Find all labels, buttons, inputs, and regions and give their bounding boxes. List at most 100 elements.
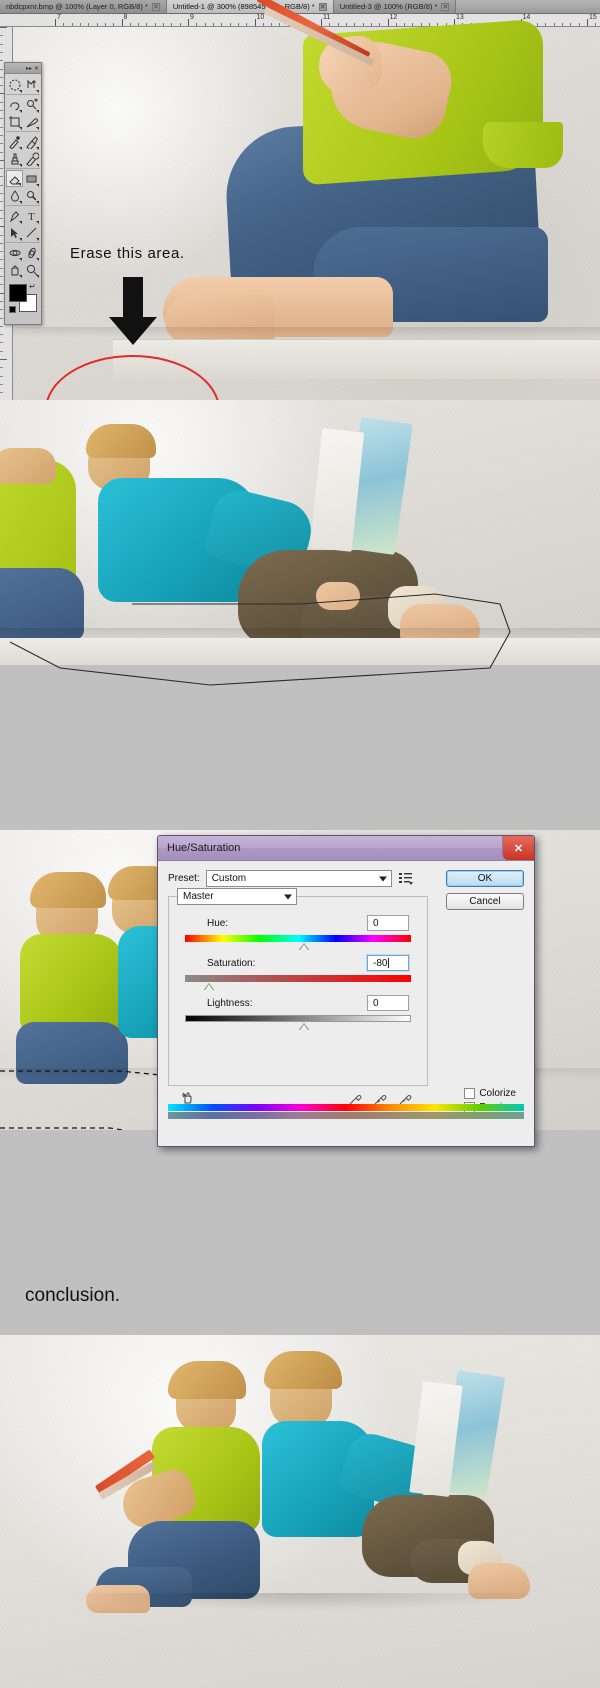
history-brush-tool[interactable] — [23, 150, 40, 167]
document-tab-3-label: Untitled-3 @ 100% (RGB/8) * — [339, 2, 438, 11]
3d-rotate-tool[interactable] — [6, 244, 23, 261]
line-tool[interactable] — [23, 224, 40, 241]
clone-stamp-tool[interactable] — [6, 150, 23, 167]
hue-slider-thumb[interactable] — [299, 943, 309, 950]
ruler-tick-minor — [88, 23, 90, 26]
lasso-tool[interactable] — [6, 96, 23, 113]
color-swatches[interactable]: ↵ — [9, 282, 39, 314]
move-tool[interactable] — [23, 76, 40, 93]
ruler-tick-minor — [0, 126, 3, 128]
ruler-tick-minor — [163, 23, 165, 26]
document-tab-1[interactable]: nbdcpxnr.bmp @ 100% (Layer 0, RGB/8) * ✕ — [0, 0, 167, 13]
close-icon[interactable]: ✕ — [502, 836, 534, 860]
preset-options-icon[interactable] — [398, 871, 413, 886]
ruler-label: 7 — [57, 14, 61, 21]
chevron-down-icon[interactable] — [284, 894, 292, 899]
ok-button[interactable]: OK — [446, 870, 524, 887]
ruler-tick-major — [321, 19, 322, 26]
dodge-tool[interactable] — [23, 187, 40, 204]
ruler-tick-minor — [0, 276, 3, 277]
path-selection-tool[interactable] — [6, 224, 23, 241]
saturation-slider-thumb[interactable] — [203, 983, 214, 990]
ruler-tick-minor — [0, 217, 3, 219]
document-tab-3[interactable]: Untitled-3 @ 100% (RGB/8) * ✕ — [333, 0, 457, 13]
pen-tool[interactable] — [6, 207, 23, 224]
right-boy-hair — [264, 1351, 342, 1389]
quick-selection-tool[interactable] — [23, 96, 40, 113]
3d-orbit-tool[interactable] — [23, 244, 40, 261]
channel-dropdown[interactable]: Master — [177, 888, 297, 905]
marquee-tool[interactable] — [6, 76, 23, 93]
collapse-icon[interactable]: ▸▸ — [26, 65, 32, 72]
crop-tool[interactable] — [6, 113, 23, 130]
preset-label: Preset: — [168, 873, 200, 884]
chevron-down-icon[interactable] — [378, 876, 387, 881]
close-icon[interactable]: ✕ — [441, 2, 450, 11]
colorize-checkbox[interactable] — [464, 1088, 476, 1099]
ruler-tick-minor — [329, 23, 331, 26]
lightness-slider[interactable] — [179, 1015, 417, 1031]
ruler-tick-minor — [0, 367, 3, 369]
close-icon[interactable]: ✕ — [34, 65, 39, 72]
ruler-tick-minor — [0, 168, 3, 170]
hue-value-input[interactable]: 0 — [367, 915, 409, 931]
foreground-color-swatch[interactable] — [9, 284, 27, 302]
eyedropper-tool[interactable] — [23, 113, 40, 130]
blur-tool[interactable] — [6, 187, 23, 204]
ruler-tick-minor — [0, 317, 3, 319]
saturation-label: Saturation: — [207, 957, 256, 969]
tools-grid[interactable]: T — [5, 74, 41, 280]
ruler-tick-minor — [0, 76, 3, 78]
hue-saturation-dialog[interactable]: Hue/Saturation ✕ Preset: Custom OK Cance… — [157, 835, 535, 1147]
preset-dropdown[interactable]: Custom — [205, 870, 392, 887]
ruler-tick-minor — [562, 23, 564, 26]
boy-green-sleeve — [483, 122, 563, 168]
hue-slider[interactable] — [179, 935, 417, 951]
final-result-image — [0, 1335, 600, 1688]
photoshop-workspace-panel: nbdcpxnr.bmp @ 100% (Layer 0, RGB/8) * ✕… — [0, 0, 600, 400]
ruler-tick-minor — [0, 35, 3, 37]
dialog-action-buttons[interactable]: OK Cancel — [446, 870, 524, 910]
document-tab-2[interactable]: Untitled-1 @ 300% (898545_low, RGB/8) * … — [166, 0, 334, 13]
ruler-tick-minor — [0, 350, 3, 352]
healing-brush-tool[interactable] — [6, 133, 23, 150]
ruler-tick-minor — [545, 23, 547, 26]
ruler-tick-minor — [0, 68, 3, 70]
ruler-tick-minor — [337, 23, 339, 26]
cancel-button[interactable]: Cancel — [446, 893, 524, 910]
colorize-checkbox-row[interactable]: Colorize — [464, 1088, 516, 1099]
tools-panel-header[interactable]: ▸▸ ✕ — [5, 63, 41, 74]
tools-panel[interactable]: ▸▸ ✕ T ↵ — [4, 62, 42, 325]
ruler-label: 15 — [589, 14, 597, 21]
swap-colors-icon[interactable]: ↵ — [29, 282, 36, 291]
teal-boy-hair — [86, 424, 156, 458]
ruler-tick-minor — [179, 23, 181, 26]
default-colors-icon[interactable] — [9, 306, 16, 313]
ruler-tick-minor — [196, 23, 198, 26]
eraser-tool[interactable] — [6, 170, 23, 187]
ruler-label: 12 — [389, 14, 398, 21]
canvas-document-1[interactable]: Erase this area. — [13, 0, 600, 400]
horizontal-type-tool[interactable]: T — [23, 207, 40, 224]
lightness-slider-thumb[interactable] — [299, 1023, 309, 1030]
ruler-tick-minor — [379, 23, 381, 26]
hand-tool[interactable] — [6, 261, 23, 278]
ruler-tick-minor — [0, 267, 3, 269]
brush-tool[interactable] — [23, 133, 40, 150]
hue-label: Hue: — [207, 917, 229, 929]
ruler-tick-minor — [279, 23, 281, 26]
close-icon[interactable]: ✕ — [318, 2, 327, 11]
saturation-value-input[interactable]: -80 — [367, 955, 409, 971]
saturation-slider[interactable] — [179, 975, 417, 991]
dialog-title: Hue/Saturation — [167, 842, 241, 854]
gradient-tool[interactable] — [23, 170, 40, 187]
dialog-titlebar[interactable]: Hue/Saturation ✕ — [158, 836, 534, 861]
close-icon[interactable]: ✕ — [151, 2, 160, 11]
floor-shadow — [13, 327, 600, 337]
conclusion-panel: conclusion. — [0, 1240, 600, 1688]
ruler-tick-minor — [171, 23, 173, 26]
dialog-body: Preset: Custom OK Cancel Master Hue: 0 S… — [158, 861, 534, 1122]
lightness-value-input[interactable]: 0 — [367, 995, 409, 1011]
zoom-tool[interactable] — [23, 261, 40, 278]
document-tab-bar[interactable]: nbdcpxnr.bmp @ 100% (Layer 0, RGB/8) * ✕… — [0, 0, 600, 14]
